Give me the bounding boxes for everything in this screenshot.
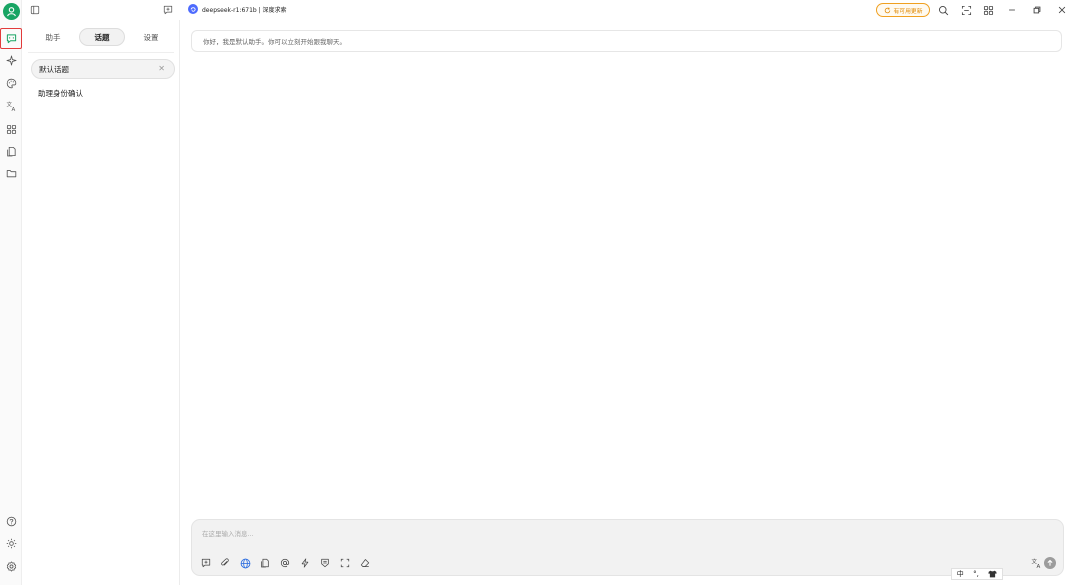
new-topic-button[interactable] bbox=[162, 4, 174, 16]
knowledge-tool[interactable] bbox=[319, 557, 331, 569]
close-icon bbox=[1058, 6, 1066, 14]
translate-icon: 文 A bbox=[1031, 558, 1040, 569]
grid-icon bbox=[983, 5, 993, 15]
minimize-button[interactable] bbox=[1006, 4, 1018, 16]
new-topic-icon bbox=[201, 558, 211, 568]
sidebar-toolbar bbox=[22, 0, 180, 20]
web-search-tool[interactable] bbox=[239, 557, 251, 569]
restore-button[interactable] bbox=[1031, 4, 1043, 16]
expand-tool[interactable] bbox=[339, 557, 351, 569]
rail-apps[interactable] bbox=[2, 120, 20, 138]
translate-tool[interactable]: 文 A bbox=[1030, 557, 1042, 569]
update-label: 有可用更新 bbox=[893, 8, 923, 15]
tab-assistants[interactable]: 助手 bbox=[30, 28, 76, 46]
rail-help[interactable] bbox=[2, 512, 20, 530]
eraser-icon bbox=[360, 559, 370, 567]
icon-rail: 文 A bbox=[0, 0, 22, 585]
restore-icon bbox=[1033, 6, 1041, 14]
arrow-up-icon bbox=[1047, 559, 1053, 566]
deepseek-logo-icon bbox=[188, 4, 198, 14]
tab-settings[interactable]: 设置 bbox=[128, 28, 174, 46]
rail-agents[interactable] bbox=[2, 51, 20, 69]
expand-icon bbox=[961, 5, 971, 15]
send-button[interactable] bbox=[1044, 557, 1056, 569]
file-tool[interactable] bbox=[259, 557, 271, 569]
settings-icon bbox=[6, 561, 16, 571]
lightning-icon bbox=[301, 558, 309, 568]
topic-label: 默认话题 bbox=[39, 64, 69, 74]
globe-icon bbox=[240, 558, 250, 568]
topic-item-identity[interactable]: 助理身份确认 bbox=[31, 83, 175, 103]
attach-icon bbox=[221, 558, 229, 566]
mention-tool[interactable] bbox=[279, 557, 291, 569]
layout-button[interactable] bbox=[982, 4, 994, 16]
mention-icon bbox=[280, 558, 290, 568]
translate-icon: 文 A bbox=[6, 101, 15, 112]
apps-icon bbox=[6, 124, 16, 134]
theme-icon bbox=[6, 538, 16, 548]
app-window: 文 A 助手 话题 设置 默认话题 ✕ 助理身份确认 deepseek-r1:6… bbox=[0, 0, 1080, 585]
assistant-greeting: 你好，我是默认助手。你可以立刻开始跟我聊天。 bbox=[191, 30, 1062, 52]
search-icon bbox=[938, 5, 948, 15]
sidebar-toggle-icon bbox=[30, 5, 40, 15]
attach-tool[interactable] bbox=[219, 557, 231, 569]
ime-language[interactable]: 中 bbox=[957, 569, 964, 579]
files-icon bbox=[6, 146, 16, 156]
expand-icon bbox=[340, 558, 350, 568]
rail-files[interactable] bbox=[2, 142, 20, 160]
greeting-text: 你好，我是默认助手。你可以立刻开始跟我聊天。 bbox=[203, 38, 346, 46]
close-window-button[interactable] bbox=[1056, 4, 1068, 16]
svg-text:A: A bbox=[1036, 564, 1040, 569]
refresh-icon bbox=[884, 6, 890, 13]
rail-settings[interactable] bbox=[2, 557, 20, 575]
rail-paintings[interactable] bbox=[2, 74, 20, 92]
toggle-sidebar-button[interactable] bbox=[29, 4, 41, 16]
clear-tool[interactable] bbox=[359, 557, 371, 569]
rail-folder[interactable] bbox=[2, 164, 20, 182]
model-name: deepseek-r1:671b | 深度求索 bbox=[202, 6, 287, 14]
svg-text:A: A bbox=[11, 107, 15, 112]
new-topic-tool[interactable] bbox=[200, 557, 212, 569]
ime-status-bar[interactable]: 中 °, bbox=[951, 568, 1003, 580]
topic-label: 助理身份确认 bbox=[38, 88, 83, 98]
search-button[interactable] bbox=[937, 4, 949, 16]
update-button[interactable]: 有可用更新 bbox=[876, 3, 930, 17]
sparkle-icon bbox=[6, 55, 16, 65]
main-header: deepseek-r1:671b | 深度求索 有可用更新 bbox=[180, 0, 1080, 20]
fullscreen-button[interactable] bbox=[960, 4, 972, 16]
folder-icon bbox=[6, 169, 16, 177]
new-topic-icon bbox=[163, 5, 173, 15]
ime-punctuation[interactable]: °, bbox=[973, 570, 979, 578]
message-input[interactable]: 在这里输入消息... bbox=[202, 528, 254, 538]
message-composer[interactable]: 在这里输入消息... 文 A bbox=[191, 519, 1064, 576]
close-icon[interactable]: ✕ bbox=[158, 64, 165, 73]
help-icon bbox=[6, 516, 16, 526]
file-icon bbox=[261, 558, 269, 568]
tab-topics[interactable]: 话题 bbox=[79, 28, 125, 46]
rail-translate[interactable]: 文 A bbox=[2, 97, 20, 115]
topic-item-default[interactable]: 默认话题 ✕ bbox=[31, 59, 175, 79]
minimize-icon bbox=[1009, 9, 1015, 11]
knowledge-icon bbox=[321, 558, 329, 568]
model-selector[interactable]: deepseek-r1:671b | 深度求索 bbox=[188, 4, 287, 14]
topic-sidebar: 助手 话题 设置 默认话题 ✕ 助理身份确认 bbox=[22, 20, 180, 585]
user-icon bbox=[7, 7, 16, 17]
rail-chat[interactable] bbox=[0, 28, 22, 49]
avatar[interactable] bbox=[3, 3, 20, 20]
shirt-icon[interactable] bbox=[988, 570, 997, 578]
quick-phrase-tool[interactable] bbox=[299, 557, 311, 569]
chat-icon bbox=[6, 34, 16, 44]
sidebar-tabs: 助手 话题 设置 bbox=[30, 27, 174, 47]
divider bbox=[28, 52, 174, 53]
rail-theme[interactable] bbox=[2, 534, 20, 552]
palette-icon bbox=[6, 78, 16, 88]
